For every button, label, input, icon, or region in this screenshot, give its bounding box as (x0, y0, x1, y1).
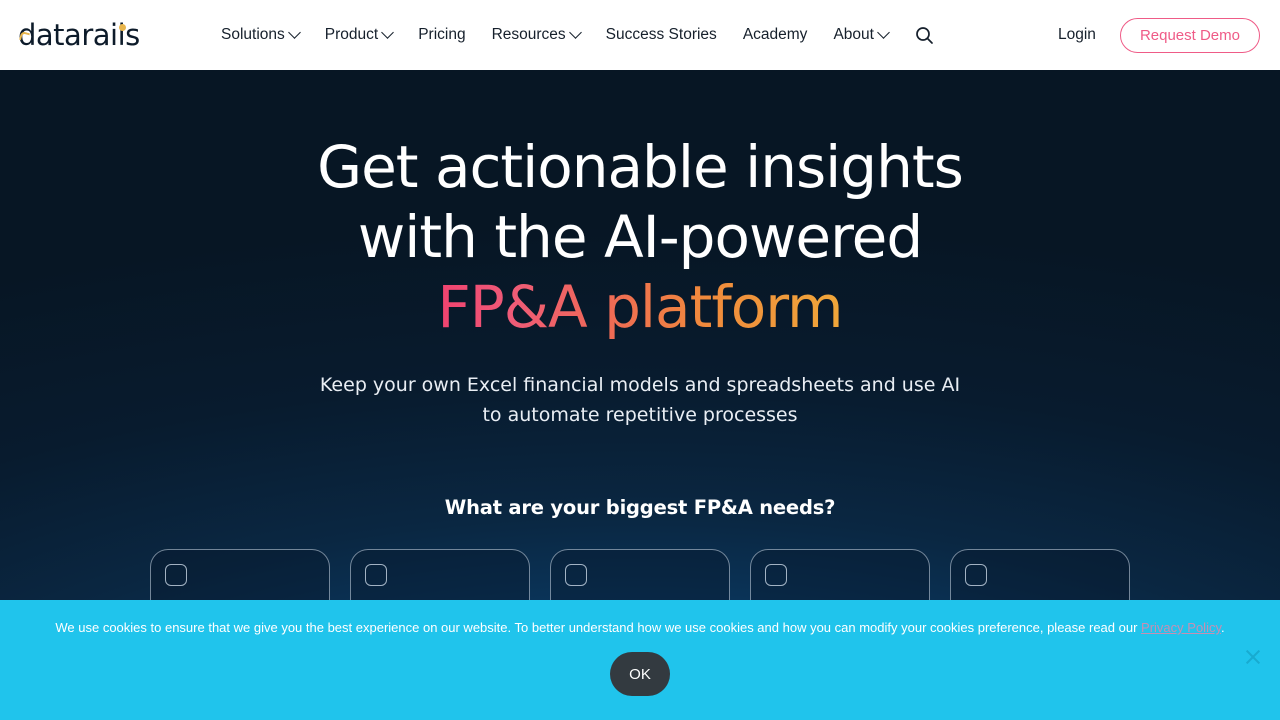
search-button[interactable] (915, 26, 934, 45)
headline-gradient-text: FP&A platform (437, 273, 843, 341)
headline-line-1: Get actionable insights (317, 133, 964, 201)
card-checkbox[interactable] (965, 564, 987, 586)
chevron-down-icon (877, 25, 890, 39)
subhead-line-2: to automate repetitive processes (482, 404, 798, 426)
top-navigation-bar: datarails Solutions Product Pricing Reso… (0, 0, 1280, 70)
chevron-down-icon (287, 25, 301, 39)
nav-item-solutions[interactable]: Solutions (208, 20, 312, 50)
nav-item-pricing[interactable]: Pricing (405, 20, 478, 50)
nav-item-product[interactable]: Product (312, 20, 405, 50)
card-checkbox[interactable] (765, 564, 787, 586)
cookie-ok-button[interactable]: OK (610, 652, 670, 696)
nav-item-resources[interactable]: Resources (479, 20, 593, 50)
hero-subheading: Keep your own Excel financial models and… (320, 370, 960, 430)
nav-item-success-stories[interactable]: Success Stories (593, 20, 730, 50)
cookie-banner-text: We use cookies to ensure that we give yo… (50, 618, 1230, 638)
card-checkbox[interactable] (365, 564, 387, 586)
request-demo-button[interactable]: Request Demo (1119, 17, 1260, 53)
nav-item-label: Resources (491, 26, 566, 43)
nav-item-label: About (833, 26, 874, 43)
chevron-down-icon (381, 25, 395, 39)
privacy-policy-link[interactable]: Privacy Policy (1141, 620, 1221, 635)
page-title: Get actionable insights with the AI-powe… (317, 132, 964, 342)
cookie-text-before-link: We use cookies to ensure that we give yo… (55, 620, 1142, 635)
hero-section: Get actionable insights with the AI-powe… (0, 70, 1280, 720)
card-checkbox[interactable] (565, 564, 587, 586)
headline-line-2: with the AI-powered (357, 203, 923, 271)
chevron-down-icon (568, 25, 582, 39)
hero-content: Get actionable insights with the AI-powe… (0, 70, 1280, 689)
needs-question-title: What are your biggest FP&A needs? (444, 496, 836, 519)
datarails-logo[interactable]: datarails (18, 20, 148, 50)
card-checkbox[interactable] (165, 564, 187, 586)
close-icon[interactable] (1244, 648, 1262, 666)
nav-links: Solutions Product Pricing Resources Succ… (208, 20, 1058, 50)
nav-item-about[interactable]: About (820, 20, 901, 50)
search-icon (916, 26, 933, 44)
logo-accent-dot-icon (119, 23, 126, 31)
nav-item-label: Academy (742, 26, 808, 43)
nav-item-label: Success Stories (605, 26, 717, 43)
login-link[interactable]: Login (1058, 26, 1096, 44)
nav-item-label: Product (324, 26, 379, 43)
nav-right-group: Login Request Demo (1058, 17, 1260, 53)
nav-item-academy[interactable]: Academy (730, 20, 821, 50)
nav-item-label: Pricing (418, 26, 466, 43)
subhead-line-1: Keep your own Excel financial models and… (319, 374, 961, 396)
cookie-text-after-link: . (1221, 620, 1225, 635)
cookie-consent-banner: We use cookies to ensure that we give yo… (0, 600, 1280, 720)
nav-item-label: Solutions (221, 26, 285, 43)
